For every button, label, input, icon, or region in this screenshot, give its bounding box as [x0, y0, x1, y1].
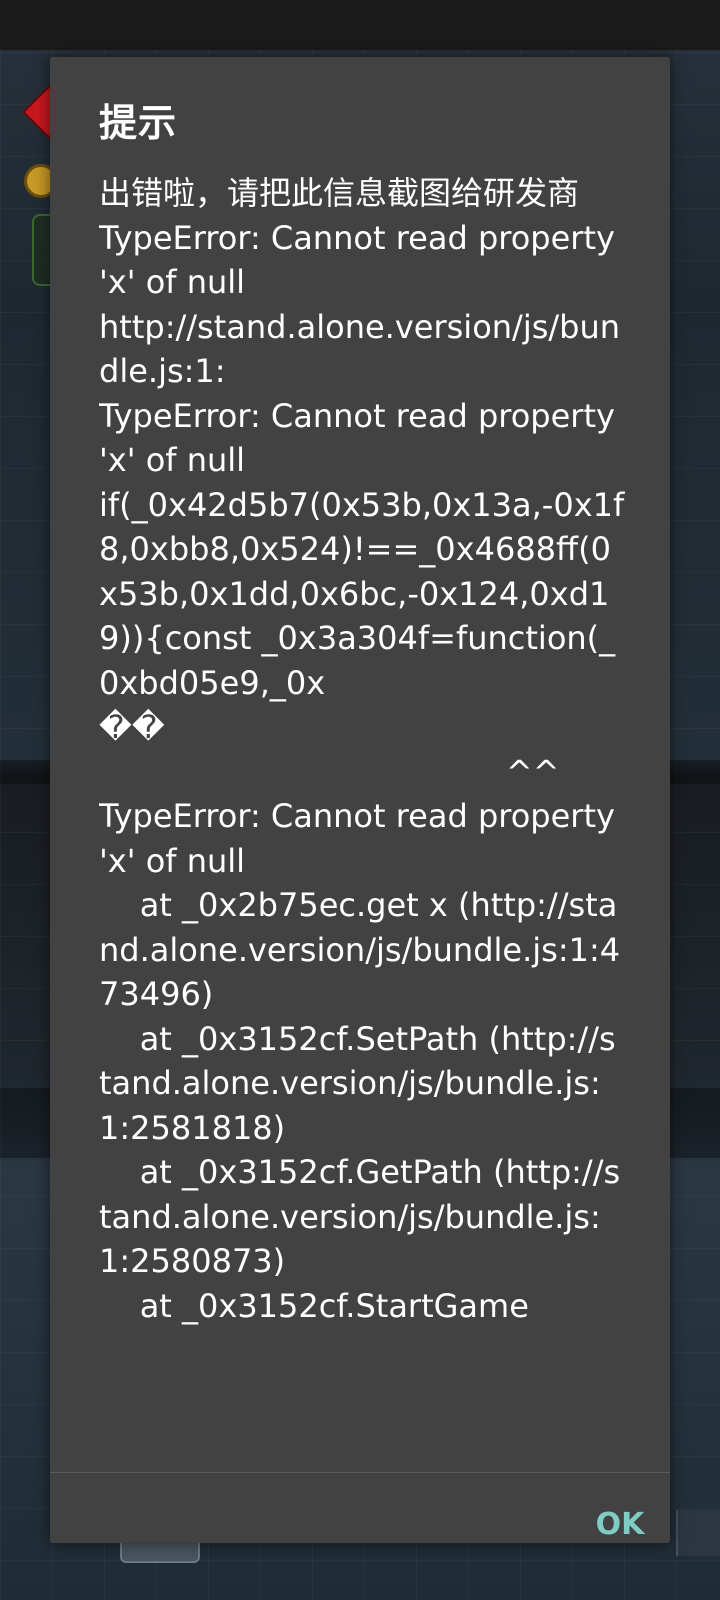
game-screen: 提示 出错啦，请把此信息截图给研发商 TypeError: Cannot rea…	[0, 0, 720, 1600]
dialog-message-scroll-area[interactable]: 出错啦，请把此信息截图给研发商 TypeError: Cannot read p…	[99, 171, 627, 1472]
dialog-title: 提示	[99, 101, 178, 145]
dialog-divider	[50, 1472, 670, 1473]
ok-button[interactable]: OK	[581, 1494, 659, 1543]
error-dialog: 提示 出错啦，请把此信息截图给研发商 TypeError: Cannot rea…	[50, 57, 670, 1543]
error-message: 出错啦，请把此信息截图给研发商 TypeError: Cannot read p…	[99, 174, 625, 1325]
game-object	[676, 1510, 720, 1556]
status-bar	[0, 0, 720, 50]
